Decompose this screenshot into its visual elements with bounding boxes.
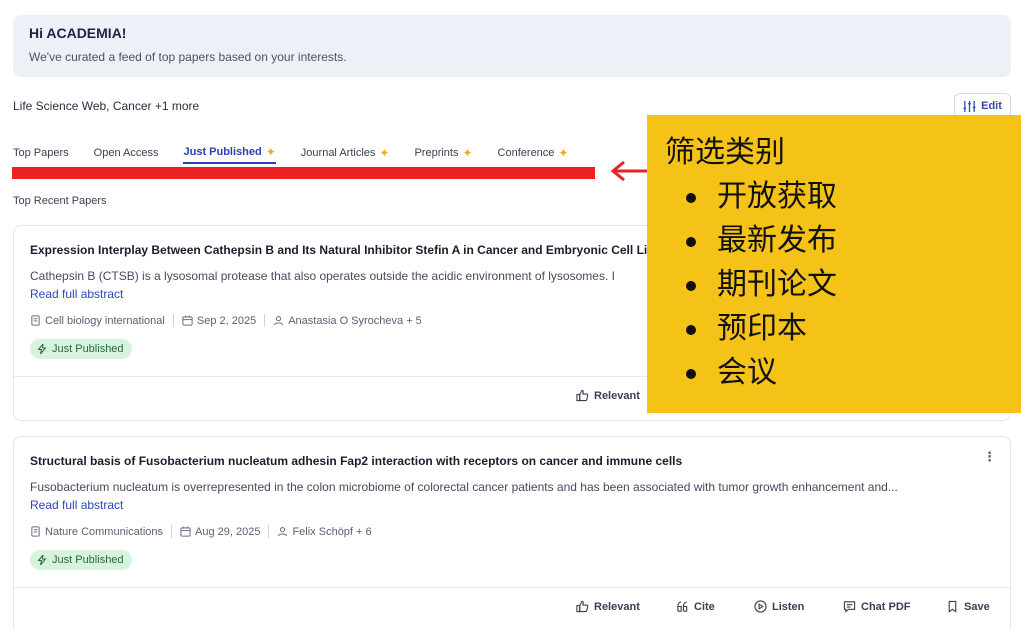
paper-actions: Relevant Cite Listen Chat PDF Save [14,600,1010,618]
chat-icon [843,601,856,613]
greeting-title: Hi ACADEMIA! [29,25,127,41]
sparkle-icon: ✦ [265,145,276,159]
user-icon [278,527,288,537]
annotation-item: 最新发布 [665,219,1003,263]
annotation-title: 筛选类别 [665,135,785,170]
tab-top-papers[interactable]: Top Papers [13,142,69,164]
read-abstract-link[interactable]: Read full abstract [30,498,123,512]
lightning-icon [37,344,47,354]
edit-label: Edit [981,100,1002,112]
feed-tabs: Top Papers Open Access Just Published ✦ J… [13,142,593,164]
listen-button[interactable]: Listen [754,600,804,613]
paper-abstract: Fusobacterium nucleatum is overrepresent… [30,480,898,494]
sparkle-icon: ✦ [379,146,390,160]
calendar-icon [182,315,193,326]
annotation-item: 开放获取 [665,175,1003,219]
divider [14,587,1010,588]
publish-date: Aug 29, 2025 [195,525,261,538]
bookmark-icon [948,600,957,613]
authors[interactable]: Anastasia O Syrocheva + 5 [288,315,422,327]
journal-icon [31,315,40,326]
status-badge: Just Published [30,339,132,359]
interests-summary[interactable]: Life Science Web, Cancer +1 more [13,99,199,113]
authors[interactable]: Felix Schöpf + 6 [292,526,371,538]
calendar-icon [180,526,191,537]
chat-pdf-button[interactable]: Chat PDF [843,600,911,613]
journal-name[interactable]: Nature Communications [45,526,163,538]
tab-preprints[interactable]: Preprints ✦ [414,142,472,164]
section-label: Top Recent Papers [13,195,107,207]
paper-meta: Cell biology international Sep 2, 2025 A… [30,314,422,327]
user-icon [274,316,284,326]
journal-icon [31,526,40,537]
thumbs-up-icon [576,600,589,613]
greeting-banner: Hi ACADEMIA! We've curated a feed of top… [13,15,1011,77]
save-button[interactable]: Save [946,600,990,613]
paper-card: ⋮ Structural basis of Fusobacterium nucl… [13,436,1011,630]
annotation-item: 预印本 [665,307,1003,351]
play-circle-icon [754,600,767,613]
quote-icon [677,601,688,612]
tab-open-access[interactable]: Open Access [94,142,159,164]
greeting-subtitle: We've curated a feed of top papers based… [29,50,347,64]
paper-title[interactable]: Expression Interplay Between Cathepsin B… [30,243,671,257]
annotation-item: 期刊论文 [665,263,1003,307]
lightning-icon [37,555,47,565]
relevant-button[interactable]: Relevant [576,389,640,402]
sparkle-icon: ✦ [462,146,473,160]
annotation-list: 开放获取 最新发布 期刊论文 预印本 会议 [665,175,1003,395]
paper-title[interactable]: Structural basis of Fusobacterium nuclea… [30,454,682,468]
paper-meta: Nature Communications Aug 29, 2025 Felix… [30,525,372,538]
highlight-bar [12,167,595,179]
read-abstract-link[interactable]: Read full abstract [30,287,123,301]
thumbs-up-icon [576,389,589,402]
tab-just-published[interactable]: Just Published ✦ [183,142,276,164]
sliders-icon [963,100,976,112]
annotation-callout: 筛选类别 开放获取 最新发布 期刊论文 预印本 会议 [647,115,1021,413]
sparkle-icon: ✦ [558,146,569,160]
cite-button[interactable]: Cite [676,600,715,613]
status-badge: Just Published [30,550,132,570]
tab-conference[interactable]: Conference ✦ [498,142,569,164]
relevant-button[interactable]: Relevant [576,600,640,613]
more-options-icon[interactable]: ⋮ [983,450,996,463]
publish-date: Sep 2, 2025 [196,314,257,327]
annotation-item: 会议 [665,351,1003,395]
journal-name[interactable]: Cell biology international [45,315,165,327]
tab-journal-articles[interactable]: Journal Articles ✦ [301,142,390,164]
